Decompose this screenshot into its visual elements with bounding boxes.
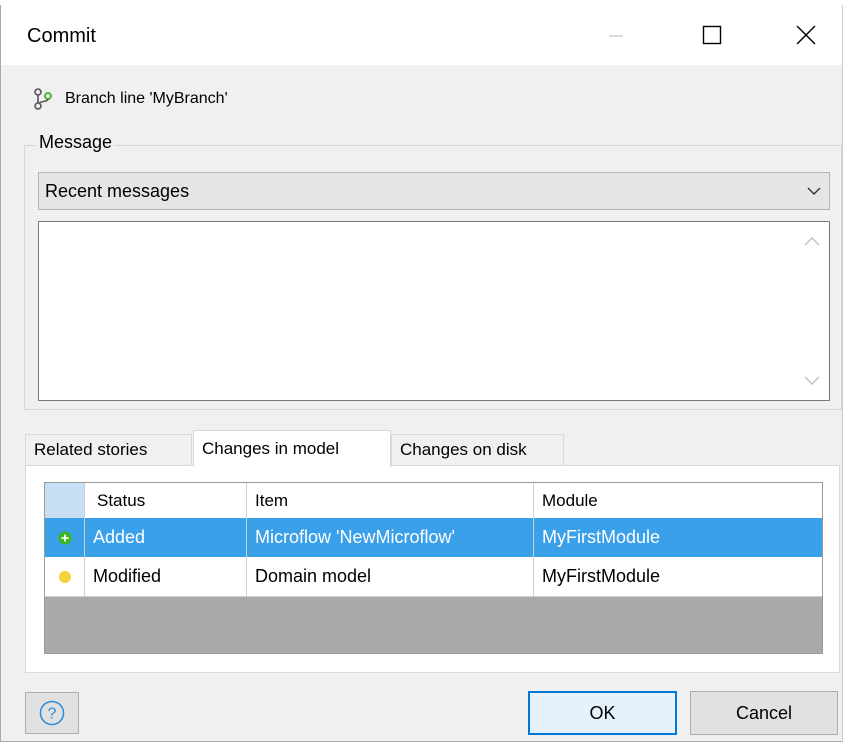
table-row[interactable]: Modified Domain model MyFirstModule [45, 557, 822, 597]
tab-related-stories[interactable]: Related stories [25, 434, 192, 465]
added-status-icon [45, 518, 85, 557]
column-header-status[interactable]: Status [85, 483, 247, 518]
message-group-label: Message [36, 132, 116, 153]
commit-dialog: Commit Branch line 'MyBranch' Message Re… [0, 5, 843, 742]
branch-icon [34, 88, 52, 110]
maximize-icon [702, 25, 722, 45]
message-textarea[interactable] [38, 221, 830, 401]
maximize-button[interactable] [677, 5, 747, 65]
minimize-icon [609, 35, 623, 37]
modified-status-icon [45, 557, 85, 596]
column-header-module[interactable]: Module [534, 483, 822, 518]
item-cell: Microflow 'NewMicroflow' [247, 518, 534, 557]
chevron-down-icon [799, 173, 829, 209]
close-button[interactable] [771, 5, 841, 65]
message-scrollbar[interactable] [796, 222, 829, 400]
branch-info: Branch line 'MyBranch' [31, 87, 228, 111]
table-row[interactable]: Added Microflow 'NewMicroflow' MyFirstMo… [45, 518, 822, 557]
cancel-button[interactable]: Cancel [690, 691, 838, 735]
tab-label: Changes in model [202, 439, 340, 458]
column-header-item[interactable]: Item [247, 483, 534, 518]
recent-messages-label: Recent messages [45, 180, 190, 201]
changes-table: Status Item Module Added Microflow 'NewM… [44, 482, 823, 654]
module-cell: MyFirstModule [542, 527, 661, 547]
question-circle-icon: ? [39, 700, 65, 726]
tab-changes-in-model[interactable]: Changes in model [193, 430, 391, 467]
module-cell: MyFirstModule [542, 566, 661, 586]
minimize-button[interactable] [581, 5, 651, 65]
branch-label: Branch line 'MyBranch' [65, 90, 228, 107]
svg-text:?: ? [48, 706, 57, 723]
tab-label: Changes on disk [400, 440, 527, 459]
tab-changes-on-disk[interactable]: Changes on disk [391, 434, 564, 465]
header-icon-column[interactable] [45, 483, 85, 518]
help-button[interactable]: ? [25, 692, 79, 734]
status-cell: Added [85, 518, 247, 557]
close-icon [796, 25, 816, 45]
window-title: Commit [27, 25, 96, 47]
ok-button[interactable]: OK [528, 691, 677, 735]
scroll-down-icon[interactable] [804, 376, 820, 386]
tab-label: Related stories [34, 440, 148, 459]
item-cell: Domain model [247, 557, 534, 596]
title-bar: Commit [1, 5, 842, 65]
recent-messages-dropdown[interactable]: Recent messages [38, 172, 830, 210]
scroll-up-icon[interactable] [804, 236, 820, 246]
status-cell: Modified [85, 557, 247, 596]
table-header: Status Item Module [45, 483, 822, 519]
